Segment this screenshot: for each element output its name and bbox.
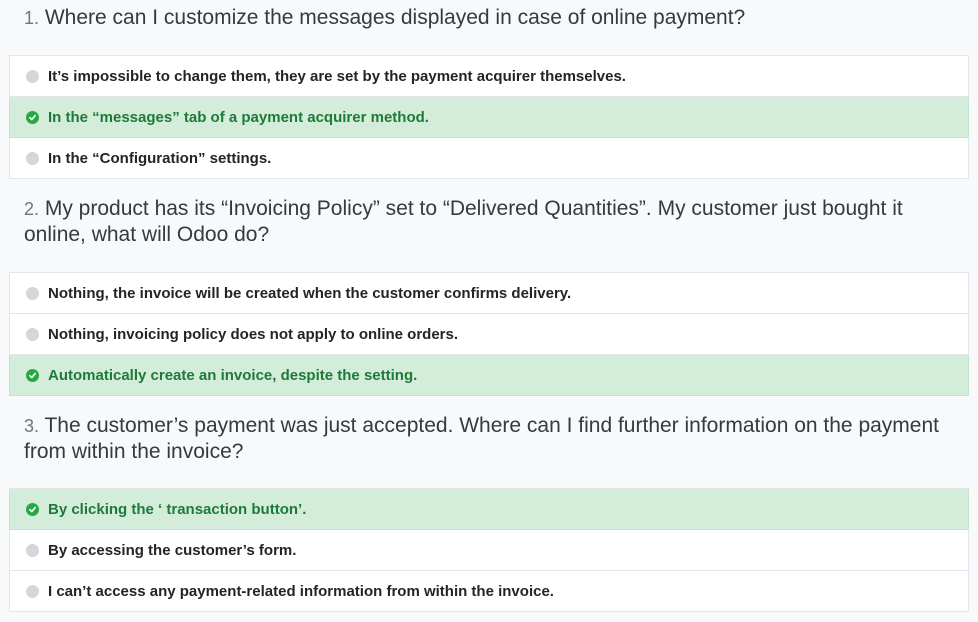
question-2: 2. My product has its “Invoicing Policy”… [0,196,978,248]
answer-label: In the “messages” tab of a payment acqui… [48,108,429,126]
answer-option-correct[interactable]: By clicking the ‘ transaction button’. [9,489,969,530]
question-number: 3. [24,416,40,436]
question-text: My product has its “Invoicing Policy” se… [24,197,903,246]
answer-option[interactable]: By accessing the customer’s form. [9,530,969,571]
answer-label: By clicking the ‘ transaction button’. [48,500,307,518]
answer-label: I can’t access any payment-related infor… [48,582,554,600]
answer-list-2: Nothing, the invoice will be created whe… [9,272,969,396]
question-text: Where can I customize the messages displ… [44,6,746,29]
answer-label: It’s impossible to change them, they are… [48,67,626,85]
answer-list-3: By clicking the ‘ transaction button’. B… [9,488,969,612]
radio-dot-icon [26,584,39,598]
answer-label: Nothing, invoicing policy does not apply… [48,325,459,343]
answer-option[interactable]: It’s impossible to change them, they are… [9,56,969,97]
question-number: 2. [24,199,40,219]
answer-label: Automatically create an invoice, despite… [48,366,418,384]
radio-dot-icon [26,327,39,341]
question-1-title: 1. Where can I customize the messages di… [0,5,960,31]
answer-label: By accessing the customer’s form. [48,541,297,559]
question-2-title: 2. My product has its “Invoicing Policy”… [0,196,960,248]
check-circle-icon [26,502,39,516]
answer-option-correct[interactable]: Automatically create an invoice, despite… [9,355,969,396]
radio-dot-icon [26,151,39,165]
answer-option[interactable]: Nothing, invoicing policy does not apply… [9,314,969,355]
answer-list-1: It’s impossible to change them, they are… [9,55,969,179]
answer-option[interactable]: Nothing, the invoice will be created whe… [9,273,969,314]
question-number: 1. [24,8,40,28]
check-circle-icon [26,368,39,382]
radio-dot-icon [26,543,39,557]
question-text: The customer’s payment was just accepted… [24,414,939,463]
question-3: 3. The customer’s payment was just accep… [0,413,978,465]
radio-dot-icon [26,69,39,83]
answer-option[interactable]: I can’t access any payment-related infor… [9,571,969,612]
answer-option[interactable]: In the “Configuration” settings. [9,138,969,179]
answer-label: In the “Configuration” settings. [48,149,272,167]
check-circle-icon [26,110,39,124]
quiz-container: 1. Where can I customize the messages di… [0,0,978,622]
answer-option-correct[interactable]: In the “messages” tab of a payment acqui… [9,97,969,138]
question-3-title: 3. The customer’s payment was just accep… [0,413,960,465]
question-1: 1. Where can I customize the messages di… [0,5,978,31]
radio-dot-icon [26,286,39,300]
answer-label: Nothing, the invoice will be created whe… [48,284,572,302]
